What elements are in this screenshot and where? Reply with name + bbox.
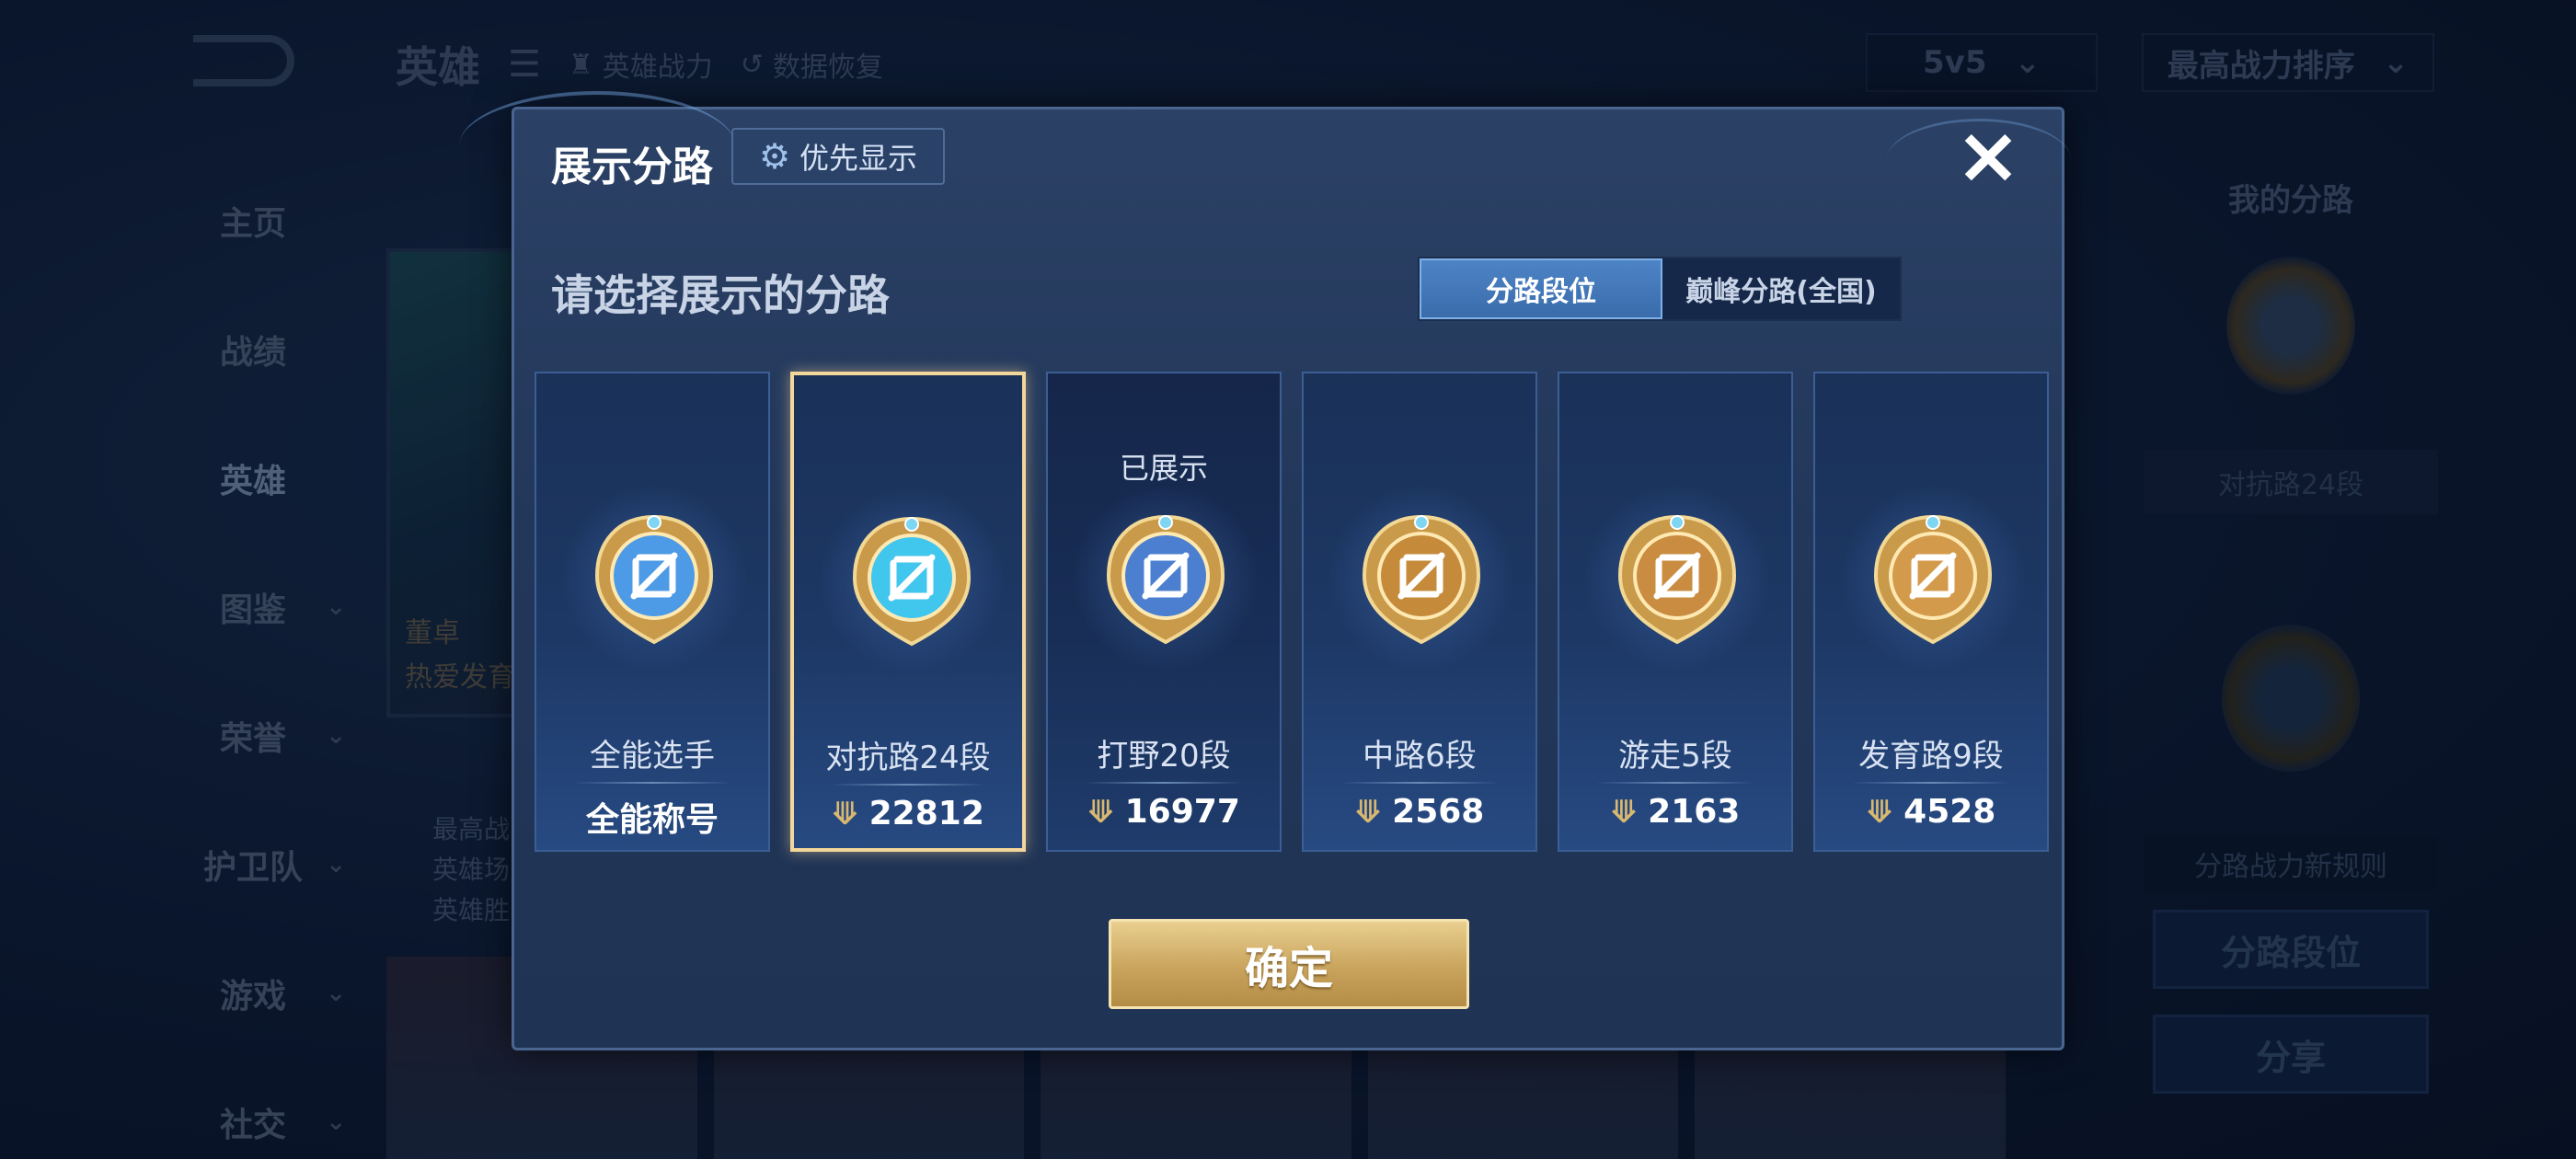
shown-label: 已展示	[1119, 451, 1208, 486]
divider	[831, 784, 985, 786]
tab-lane-rank[interactable]: 分路段位	[1420, 258, 1662, 319]
divider	[1852, 782, 2010, 784]
power-icon: ⟱	[1354, 793, 1382, 831]
lane-power-value: 2568	[1392, 793, 1485, 831]
lane-power: ⟱ 4528	[1815, 793, 2047, 831]
divider	[1340, 782, 1499, 784]
farm-lane-badge-icon	[1873, 514, 1993, 645]
priority-display-label: 优先显示	[799, 141, 918, 176]
lane-card-name: 全能选手	[590, 738, 715, 775]
lane-power-value: 22812	[868, 795, 984, 832]
lane-card[interactable]: 发育路9段 ⟱ 4528	[1813, 372, 2049, 852]
lane-card-name: 发育路9段	[1858, 738, 2004, 775]
lane-card-name: 打野20段	[1097, 738, 1231, 775]
power-icon: ⟱	[1610, 793, 1638, 831]
lane-power-value: 4528	[1903, 793, 1996, 831]
lane-card-name: 中路6段	[1363, 738, 1477, 775]
power-icon: ⟱	[1866, 793, 1893, 831]
lane-card-list: 全能选手 全能称号 对抗路24段 ⟱ 22812 已展示 打野20段 ⟱ 16977 中路6段 ⟱ 2…	[535, 372, 2049, 852]
all-round-badge-icon	[594, 514, 714, 645]
lane-power: ⟱ 2568	[1304, 793, 1535, 831]
clash-lane-badge-icon	[852, 516, 972, 647]
lane-power: 全能称号	[536, 793, 768, 841]
lane-card[interactable]: 游走5段 ⟱ 2163	[1558, 372, 1793, 852]
lane-power-value: 全能称号	[585, 801, 719, 839]
lane-display-dialog: 展示分路 ⚙ 优先显示 × 请选择展示的分路 分路段位 巅峰分路(全国) 全能选…	[459, 91, 2071, 1050]
lane-power: ⟱ 16977	[1048, 793, 1280, 831]
divider	[573, 782, 731, 784]
lane-card[interactable]: 中路6段 ⟱ 2568	[1302, 372, 1537, 852]
lane-card[interactable]: 已展示打野20段 ⟱ 16977	[1046, 372, 1282, 852]
confirm-button[interactable]: 确定	[1109, 919, 1469, 1009]
mid-lane-badge-icon	[1362, 514, 1481, 645]
priority-display-button[interactable]: ⚙ 优先显示	[731, 128, 945, 185]
dialog-title: 展示分路	[551, 143, 713, 190]
lane-tab-switch: 分路段位 巅峰分路(全国)	[1418, 257, 1902, 321]
lane-power: ⟱ 22812	[794, 795, 1022, 832]
power-icon: ⟱	[832, 795, 858, 832]
divider	[1085, 782, 1243, 784]
lane-card[interactable]: 全能选手 全能称号	[535, 372, 770, 852]
divider	[1596, 782, 1754, 784]
dialog-subtitle: 请选择展示的分路	[551, 270, 890, 320]
lane-card-name: 对抗路24段	[825, 740, 991, 776]
lane-power-value: 2163	[1648, 793, 1741, 831]
lane-card-name: 游走5段	[1618, 738, 1732, 775]
roam-badge-icon	[1617, 514, 1737, 645]
tab-peak-lane[interactable]: 巅峰分路(全国)	[1662, 258, 1900, 319]
lane-card[interactable]: 对抗路24段 ⟱ 22812	[790, 372, 1026, 852]
jungle-badge-icon	[1106, 514, 1225, 645]
lane-power-value: 16977	[1124, 793, 1240, 831]
gear-icon: ⚙	[758, 136, 791, 177]
close-icon[interactable]: ×	[1951, 116, 2025, 195]
lane-power: ⟱ 2163	[1559, 793, 1791, 831]
power-icon: ⟱	[1087, 793, 1114, 831]
